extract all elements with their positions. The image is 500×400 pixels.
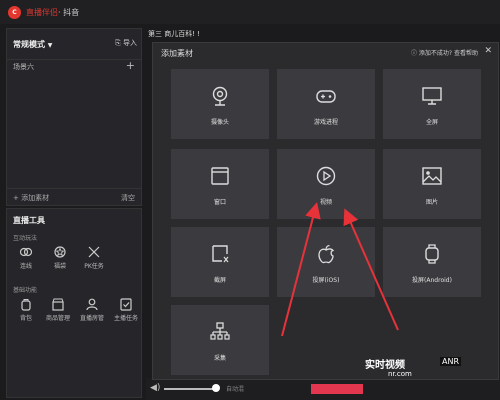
volume-icon[interactable]: ◀): [150, 383, 160, 393]
play-icon: [316, 166, 336, 186]
image-icon: [422, 167, 442, 185]
add-scene-icon[interactable]: +: [126, 59, 135, 72]
tile-game-process[interactable]: 游戏进程: [277, 69, 375, 139]
watermark-domain: nr.com: [388, 370, 412, 378]
close-icon[interactable]: ✕: [484, 46, 492, 56]
start-live-button[interactable]: [311, 384, 363, 394]
camera-icon: [212, 86, 228, 106]
volume-slider-knob[interactable]: [212, 384, 220, 392]
tool-room-admin[interactable]: 直播房管: [77, 297, 107, 322]
title-bar: C 直播伴侣 · 抖音: [0, 0, 500, 24]
volume-slider[interactable]: [164, 388, 216, 390]
add-material-dialog: 添加素材 ⓘ 添加不成功? 查看帮助 ✕ 摄像头 游戏进程 全屏 窗口 视频 图…: [152, 42, 499, 380]
help-link[interactable]: ⓘ 添加不成功? 查看帮助: [411, 48, 478, 57]
tile-cast-android[interactable]: 投屏(Android): [383, 227, 481, 297]
tool-link[interactable]: 连线: [11, 245, 41, 270]
scene-item[interactable]: 场景六 +: [7, 59, 141, 74]
clear-button[interactable]: 清空: [121, 193, 135, 203]
window-icon: [211, 167, 229, 185]
tile-image[interactable]: 图片: [383, 149, 481, 219]
app-title: 直播伴侣: [26, 8, 58, 17]
tile-fullscreen[interactable]: 全屏: [383, 69, 481, 139]
caret-down-icon: ▼: [47, 42, 53, 49]
preview-header: 第三 商儿百科! !: [146, 28, 496, 40]
tool-pk-task[interactable]: PK任务: [79, 245, 109, 270]
app-subtitle: · 抖音: [58, 8, 80, 17]
gamepad-icon: [316, 90, 336, 103]
watch-icon: [425, 244, 439, 264]
tool-host-task[interactable]: 主播任务: [111, 297, 141, 322]
network-icon: [210, 322, 230, 340]
scene-name: 场景六: [13, 63, 34, 71]
add-material-button[interactable]: + 添加素材: [13, 193, 49, 203]
bottom-bar: ◀) 自动混: [146, 378, 500, 400]
apple-icon: [318, 244, 335, 264]
tile-camera[interactable]: 摄像头: [171, 69, 269, 139]
import-button[interactable]: ⎘ 导入: [115, 38, 137, 48]
import-icon: ⎘: [115, 39, 121, 47]
watermark-text: 实时视频: [365, 360, 405, 371]
tile-capture[interactable]: 采集: [171, 305, 269, 375]
tool-lucky-bag[interactable]: 福袋: [45, 245, 75, 270]
basic-group-label: 基础功能: [13, 287, 38, 294]
pk-icon: [88, 246, 100, 258]
crop-icon: [212, 245, 229, 263]
tool-backpack[interactable]: 背包: [11, 297, 41, 322]
backpack-icon: [21, 299, 31, 311]
shop-icon: [52, 298, 64, 311]
link-icon: [19, 247, 33, 257]
preview-text: 第三 商儿百科! !: [148, 30, 201, 38]
tile-window[interactable]: 窗口: [171, 149, 269, 219]
monitor-icon: [422, 87, 442, 105]
live-tools-panel: 直播工具 互动玩法 连线 福袋 PK任务 基础功能 背包 商品管理 直播房管 主…: [6, 208, 142, 398]
user-admin-icon: [86, 298, 98, 311]
help-icon: ⓘ: [410, 50, 419, 57]
live-tools-title: 直播工具: [13, 216, 45, 225]
dialog-title: 添加素材: [161, 49, 193, 58]
bag-icon: [54, 246, 66, 258]
watermark-badge: ANR: [440, 357, 462, 366]
app-logo: C: [8, 6, 21, 19]
interactive-group-label: 互动玩法: [13, 235, 38, 242]
tile-video[interactable]: 视频: [277, 149, 375, 219]
auto-mix-label: 自动混: [226, 386, 245, 393]
scene-footer: + 添加素材 清空: [7, 188, 141, 205]
scene-panel: 常规模式 ▼ ⎘ 导入 场景六 + + 添加素材 清空: [6, 28, 142, 206]
tile-cast-ios[interactable]: 投屏(iOS): [277, 227, 375, 297]
task-icon: [120, 298, 132, 311]
mode-selector[interactable]: 常规模式 ▼: [13, 39, 52, 50]
tile-screenshot[interactable]: 截屏: [171, 227, 269, 297]
tool-product-manage[interactable]: 商品管理: [43, 297, 73, 322]
